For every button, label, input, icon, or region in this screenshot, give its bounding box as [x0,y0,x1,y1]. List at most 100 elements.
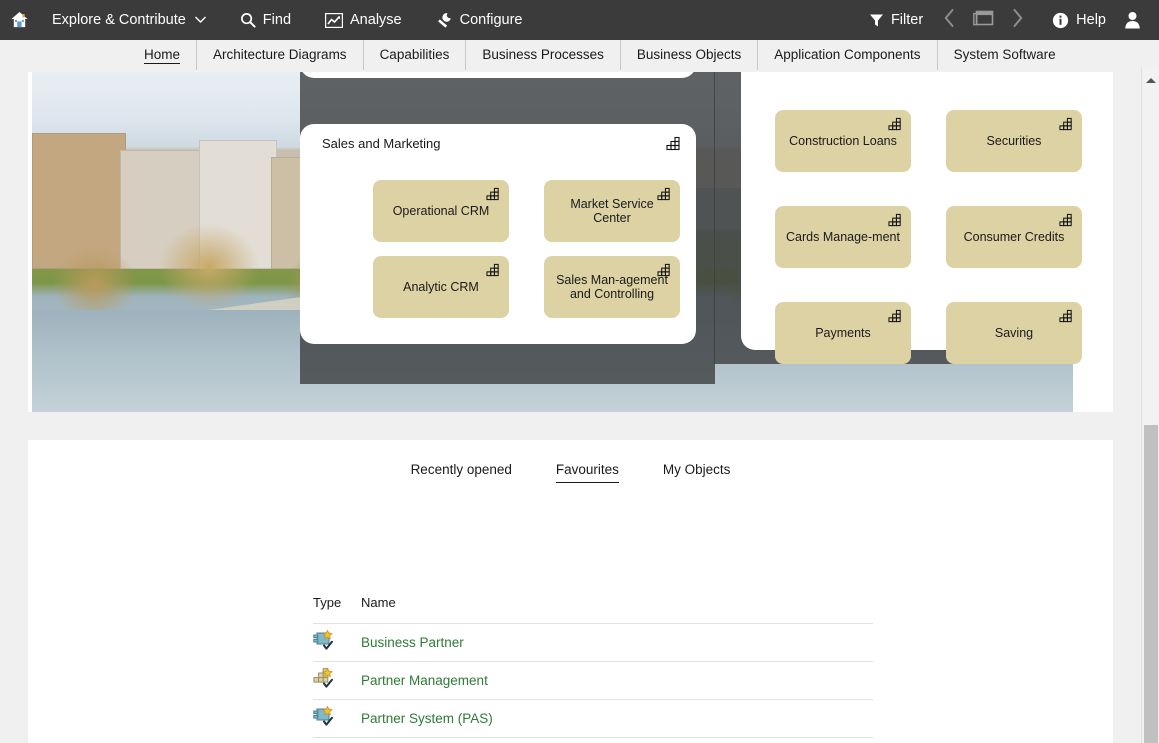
objects-card: Recently opened Favourites My Objects Ty… [28,440,1113,743]
capability-card-analytic-crm[interactable]: Analytic CRM [373,256,509,318]
capability-icon [657,187,672,205]
row-name-cell: Private Customer [361,737,873,743]
menu-explore-contribute[interactable]: Explore & Contribute [43,0,215,40]
capability-icon [888,309,903,327]
capability-panel-products[interactable]: Construction Loans Securities Cards Mana… [741,72,1082,364]
capability-favourite-icon [313,667,337,692]
capability-card-saving[interactable]: Saving [946,302,1082,364]
toolbar-right-group: Filter Help [860,0,1159,40]
capability-card-construction-loans[interactable]: Construction Loans [775,110,911,172]
back-button[interactable] [932,9,967,31]
capability-label: Saving [994,325,1034,340]
user-account-button[interactable] [1115,0,1159,40]
table-head: Type Name [313,595,873,624]
nav-tab-capabilities[interactable]: Capabilities [364,40,467,70]
favourites-table-wrapper: Type Name Business Partner Partner Manag… [313,595,873,743]
row-type-icon-cell [313,661,361,700]
tab-my-objects[interactable]: My Objects [641,462,753,489]
home-button[interactable] [0,0,43,40]
main-navigation-tabs: Home Architecture Diagrams Capabilities … [0,40,1159,71]
nav-tab-business-objects[interactable]: Business Objects [621,40,759,70]
table-body: Business Partner Partner Management Part… [313,623,873,743]
capability-label: Analytic CRM [403,279,479,294]
capability-card-securities[interactable]: Securities [946,110,1082,172]
menu-analyse-label: Analyse [350,12,402,28]
capability-label: Securities [986,133,1042,148]
capability-label: Cards Manage-ment [786,229,900,244]
nav-tab-home[interactable]: Home [128,40,198,70]
capability-icon [1059,309,1074,327]
capability-card-market-service-center[interactable]: Market Service Center [544,180,680,242]
table-row[interactable]: Partner System (PAS) [313,699,873,738]
search-icon [240,12,256,28]
column-header-type: Type [313,595,361,624]
capability-icon [657,263,672,281]
row-type-icon-cell [313,699,361,738]
capability-card-payments[interactable]: Payments [775,302,911,364]
info-icon [1052,12,1069,29]
help-label: Help [1076,12,1106,28]
menu-find[interactable]: Find [231,0,300,40]
panel-title-sales-and-marketing: Sales and Marketing [322,136,441,151]
column-header-name: Name [361,595,873,624]
capability-icon [888,213,903,231]
capability-card-operational-crm[interactable]: Operational CRM [373,180,509,242]
application-component-favourite-icon [313,705,337,730]
capability-icon [888,117,903,135]
user-icon [1124,11,1141,29]
tab-recently-opened[interactable]: Recently opened [389,462,534,489]
capability-icon [486,187,501,205]
row-type-icon-cell [313,737,361,743]
capability-icon [1059,117,1074,135]
capability-label: Payments [815,325,871,340]
capability-panel-sales-and-marketing[interactable]: Sales and Marketing Operational CRM Mark… [300,124,696,344]
objects-tablist: Recently opened Favourites My Objects [28,440,1113,489]
page-content: Sales and Marketing Operational CRM Mark… [0,72,1141,743]
top-toolbar: Explore & Contribute Find Analyse Config… [0,0,1159,40]
menu-configure[interactable]: Configure [427,0,532,40]
capability-icon [1059,213,1074,231]
capability-icon [666,136,682,156]
capability-icon [486,263,501,281]
scroll-up-button[interactable] [1142,72,1159,88]
capability-panel-partial-top[interactable] [300,72,696,78]
nav-tab-architecture-diagrams[interactable]: Architecture Diagrams [197,40,364,70]
capability-label: Construction Loans [789,133,897,148]
menu-analyse[interactable]: Analyse [316,0,411,40]
nav-tab-application-components[interactable]: Application Components [758,40,938,70]
scrollbar-thumb[interactable] [1144,425,1158,743]
capability-card-consumer-credits[interactable]: Consumer Credits [946,206,1082,268]
home-icon [10,11,29,29]
vertical-scrollbar[interactable] [1141,68,1159,743]
application-component-favourite-icon [313,629,337,654]
capability-map-hero: Sales and Marketing Operational CRM Mark… [28,72,1113,412]
favourites-table: Type Name Business Partner Partner Manag… [313,595,873,743]
capability-card-cards-management[interactable]: Cards Manage-ment [775,206,911,268]
help-button[interactable]: Help [1043,0,1115,40]
window-icon[interactable] [967,9,1000,31]
nav-tab-system-software[interactable]: System Software [938,40,1072,70]
filter-button[interactable]: Filter [860,0,932,40]
forward-button[interactable] [1000,9,1035,31]
wrench-icon [436,12,453,29]
chart-icon [325,12,344,28]
row-name-cell: Partner Management [361,661,873,700]
funnel-icon [869,13,884,28]
filter-label: Filter [890,12,924,28]
object-link[interactable]: Partner Management [361,673,488,688]
capability-label: Consumer Credits [963,229,1065,244]
triangle-up-icon [1146,77,1156,83]
menu-configure-label: Configure [459,12,523,28]
table-row[interactable]: Partner Management [313,661,873,700]
capability-card-sales-management-and-controlling[interactable]: Sales Man-agement and Controlling [544,256,680,318]
object-link[interactable]: Business Partner [361,635,464,650]
nav-tab-business-processes[interactable]: Business Processes [466,40,621,70]
table-header-row: Type Name [313,595,873,624]
row-name-cell: Business Partner [361,623,873,662]
object-link[interactable]: Partner System (PAS) [361,711,493,726]
menu-find-label: Find [262,12,292,28]
row-type-icon-cell [313,623,361,662]
tab-favourites[interactable]: Favourites [534,462,641,489]
table-row[interactable]: Private Customer [313,737,873,743]
table-row[interactable]: Business Partner [313,623,873,662]
